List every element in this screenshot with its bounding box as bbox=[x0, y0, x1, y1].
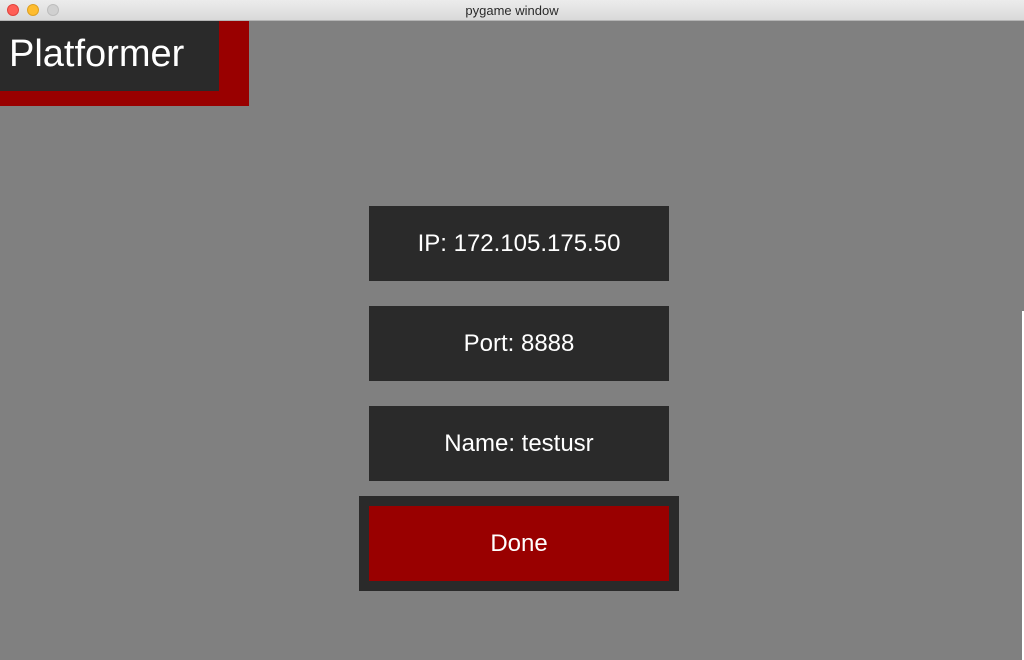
pygame-window: pygame window Platformer IP: 172.105.175… bbox=[0, 0, 1024, 660]
done-button[interactable]: Done bbox=[369, 506, 669, 581]
ip-input[interactable]: IP: 172.105.175.50 bbox=[369, 206, 669, 281]
window-title: pygame window bbox=[465, 3, 559, 18]
window-titlebar[interactable]: pygame window bbox=[0, 0, 1024, 21]
port-input[interactable]: Port: 8888 bbox=[369, 306, 669, 381]
done-button-frame: Done bbox=[359, 496, 679, 591]
game-canvas: Platformer IP: 172.105.175.50 Port: 8888… bbox=[0, 21, 1024, 660]
name-input[interactable]: Name: testusr bbox=[369, 406, 669, 481]
game-logo: Platformer bbox=[0, 21, 219, 91]
